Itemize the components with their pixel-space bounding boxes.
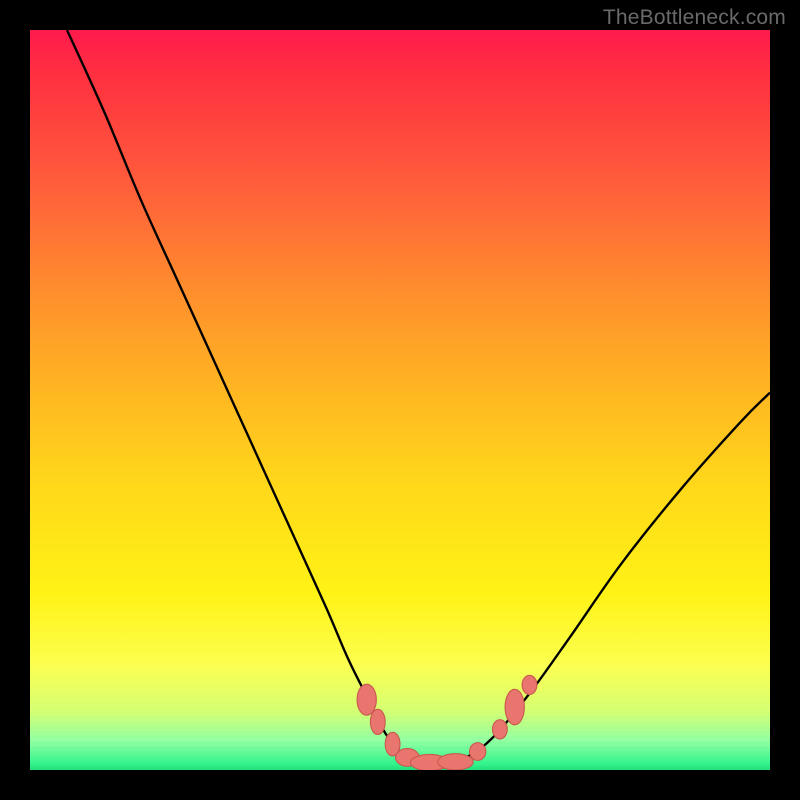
curve-marker (370, 709, 385, 734)
plot-area (30, 30, 770, 770)
curve-svg (30, 30, 770, 770)
curve-marker (522, 675, 537, 694)
curve-marker (357, 684, 376, 715)
curve-marker (505, 689, 524, 725)
curve-marker (493, 720, 508, 739)
chart-frame: TheBottleneck.com (0, 0, 800, 800)
curve-marker (438, 754, 474, 770)
curve-markers (357, 675, 537, 770)
watermark-text: TheBottleneck.com (603, 6, 786, 30)
bottleneck-curve (67, 30, 770, 763)
curve-marker (470, 743, 486, 761)
